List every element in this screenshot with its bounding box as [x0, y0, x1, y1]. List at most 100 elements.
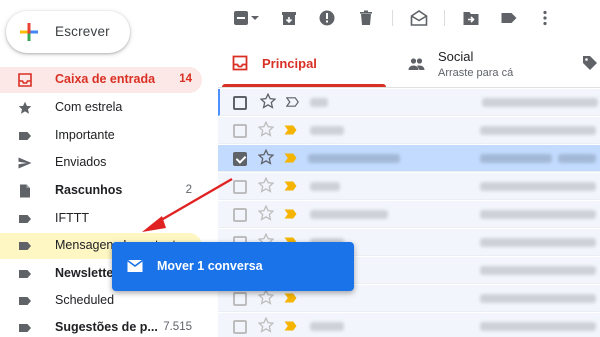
subject-redacted: [480, 238, 596, 247]
star-outline-icon[interactable]: [258, 121, 274, 137]
toolbar-divider: [444, 10, 445, 26]
plus-icon: [20, 23, 38, 41]
sender-redacted: [308, 154, 400, 163]
row-checkbox[interactable]: [233, 180, 247, 194]
sidebar-item-drafts[interactable]: Rascunhos 2: [0, 178, 202, 204]
subject-redacted: [480, 266, 596, 275]
tab-label: Social: [438, 49, 474, 64]
importance-outline-icon[interactable]: [286, 97, 299, 107]
label-icon: [19, 242, 31, 250]
subject-redacted: [482, 98, 598, 107]
sidebar-item-label: IFTTT: [55, 211, 90, 225]
importance-marker-icon[interactable]: [284, 125, 297, 135]
tab-social[interactable]: Social Arraste para cá: [398, 38, 568, 88]
compose-label: Escrever: [55, 24, 110, 39]
row-checkbox[interactable]: [233, 208, 247, 222]
email-list: [218, 89, 600, 337]
email-row[interactable]: [218, 145, 600, 172]
subject-redacted: [480, 210, 596, 219]
label-icon: [19, 270, 31, 278]
importance-marker-icon[interactable]: [284, 153, 297, 163]
sidebar-item-label: Importante: [55, 128, 115, 142]
importance-marker-icon[interactable]: [284, 181, 297, 191]
inbox-icon: [18, 73, 32, 87]
star-outline-icon[interactable]: [258, 317, 274, 333]
select-dropdown-icon[interactable]: [250, 9, 260, 27]
compose-button[interactable]: Escrever: [6, 11, 130, 53]
drag-move-tooltip: Mover 1 conversa: [112, 242, 354, 291]
archive-icon[interactable]: [280, 9, 298, 27]
star-outline-icon[interactable]: [258, 177, 274, 193]
sidebar-item-count: 7.515: [163, 321, 192, 333]
active-tab-indicator: [222, 84, 386, 87]
sidebar-item-scheduled[interactable]: Scheduled: [0, 288, 202, 314]
label-icon: [19, 297, 31, 305]
drag-move-label: Mover 1 conversa: [157, 259, 263, 273]
sidebar-item-label: Scheduled: [55, 293, 115, 307]
star-outline-icon[interactable]: [258, 205, 274, 221]
tab-label: Principal: [262, 56, 317, 71]
sidebar-item-important[interactable]: Importante: [0, 123, 202, 149]
sender-redacted: [310, 210, 388, 219]
label-icon: [19, 215, 31, 223]
subject-redacted: [480, 294, 596, 303]
sidebar-item-count: 2: [185, 184, 192, 196]
people-icon: [408, 58, 425, 70]
tab-principal[interactable]: Principal: [218, 38, 388, 88]
subject-redacted: [480, 154, 552, 163]
email-row[interactable]: [218, 201, 600, 228]
star-icon: [18, 101, 32, 114]
sidebar-item-sugestoes[interactable]: Sugestões de p... 7.515: [0, 315, 202, 337]
subject-redacted: [480, 322, 596, 331]
inbox-icon: [232, 55, 248, 71]
sidebar-item-sent[interactable]: Enviados: [0, 150, 202, 176]
row-checkbox[interactable]: [233, 124, 247, 138]
subject-redacted: [480, 182, 596, 191]
sidebar-item-label: Sugestões de p...: [55, 320, 158, 334]
mail-icon: [127, 259, 143, 272]
tab-promotions[interactable]: [580, 38, 600, 88]
importance-marker-icon[interactable]: [284, 293, 297, 303]
sidebar-item-label: Newsletter: [55, 266, 119, 280]
importance-marker-icon[interactable]: [284, 321, 297, 331]
sidebar-item-ifttt[interactable]: IFTTT: [0, 206, 202, 232]
mark-read-icon[interactable]: [410, 9, 428, 27]
label-icon: [19, 324, 31, 332]
star-outline-icon[interactable]: [258, 149, 274, 165]
subject-redacted: [480, 126, 596, 135]
draft-icon: [20, 184, 30, 198]
more-icon[interactable]: [536, 9, 554, 27]
row-checkbox[interactable]: [233, 96, 247, 110]
sender-redacted: [310, 322, 344, 331]
select-checkbox-icon[interactable]: [232, 9, 250, 27]
sender-redacted: [310, 182, 340, 191]
label-as-icon[interactable]: [500, 9, 518, 27]
sidebar-item-starred[interactable]: Com estrela: [0, 95, 202, 121]
move-to-icon[interactable]: [462, 9, 480, 27]
toolbar: [218, 0, 600, 38]
row-checkbox[interactable]: [233, 320, 247, 334]
email-row[interactable]: [218, 173, 600, 200]
sidebar-item-label: Enviados: [55, 155, 107, 169]
sender-redacted: [310, 126, 344, 135]
delete-icon[interactable]: [357, 9, 375, 27]
tab-sublabel: Arraste para cá: [438, 67, 514, 79]
sidebar-item-label: Caixa de entrada: [55, 72, 156, 86]
sender-redacted: [310, 98, 328, 107]
snippet-redacted: [558, 154, 596, 163]
label-icon: [19, 132, 31, 140]
report-spam-icon[interactable]: [318, 9, 336, 27]
row-checkbox[interactable]: [233, 292, 247, 306]
sidebar-item-label: Rascunhos: [55, 183, 123, 197]
star-outline-icon[interactable]: [258, 289, 274, 305]
category-tabs: Principal Social Arraste para cá: [218, 38, 600, 88]
toolbar-divider: [392, 10, 393, 26]
star-outline-icon[interactable]: [260, 93, 276, 109]
email-row[interactable]: [218, 89, 600, 116]
importance-marker-icon[interactable]: [284, 209, 297, 219]
email-row[interactable]: [218, 313, 600, 337]
email-row[interactable]: [218, 117, 600, 144]
row-checkbox-checked[interactable]: [233, 152, 247, 166]
sidebar-item-inbox[interactable]: Caixa de entrada 14: [0, 67, 202, 93]
send-icon: [18, 157, 32, 169]
